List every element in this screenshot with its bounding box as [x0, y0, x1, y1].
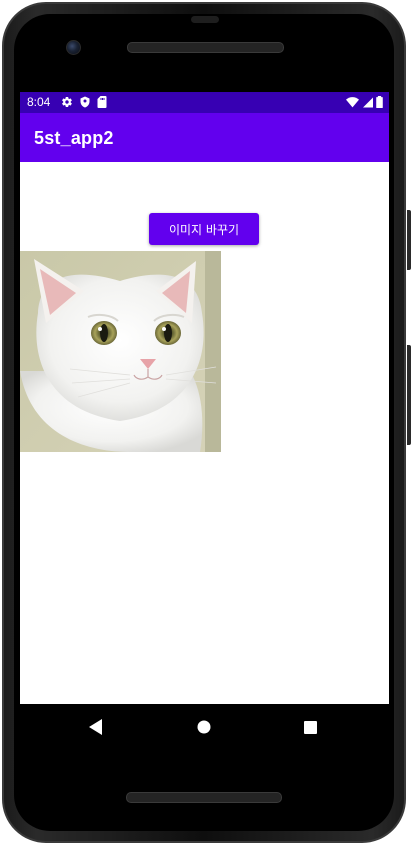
earpiece-speaker: [127, 42, 284, 53]
navigation-bar: [20, 704, 389, 738]
cat-image: [20, 251, 221, 452]
battery-icon: [376, 96, 383, 111]
sensor-slot: [191, 16, 219, 23]
recents-icon[interactable]: [290, 704, 330, 738]
home-icon[interactable]: [184, 704, 224, 738]
front-camera-icon: [66, 40, 81, 55]
status-icons-left: [61, 96, 107, 111]
status-time: 8:04: [27, 95, 51, 109]
main-content: 이미지 바꾸기: [20, 162, 389, 704]
power-button: [407, 345, 411, 445]
status-bar: 8:04: [20, 92, 389, 113]
device-frame: 8:04 5st_app2 이미지 바꾸기: [0, 0, 411, 847]
app-title: 5st_app2: [34, 128, 114, 148]
cat-photo-icon: [20, 251, 221, 452]
screen: 8:04 5st_app2 이미지 바꾸기: [20, 92, 389, 738]
volume-button: [407, 210, 411, 270]
sd-card-icon: [97, 96, 107, 111]
wifi-icon: [346, 96, 359, 111]
status-icons-right: [346, 96, 383, 111]
gear-icon: [61, 96, 73, 111]
bottom-speaker: [126, 792, 282, 803]
change-image-button[interactable]: 이미지 바꾸기: [149, 213, 259, 245]
signal-icon: [362, 96, 373, 111]
app-bar: 5st_app2: [20, 113, 389, 162]
back-icon[interactable]: [76, 704, 116, 738]
shield-icon: [79, 96, 91, 111]
